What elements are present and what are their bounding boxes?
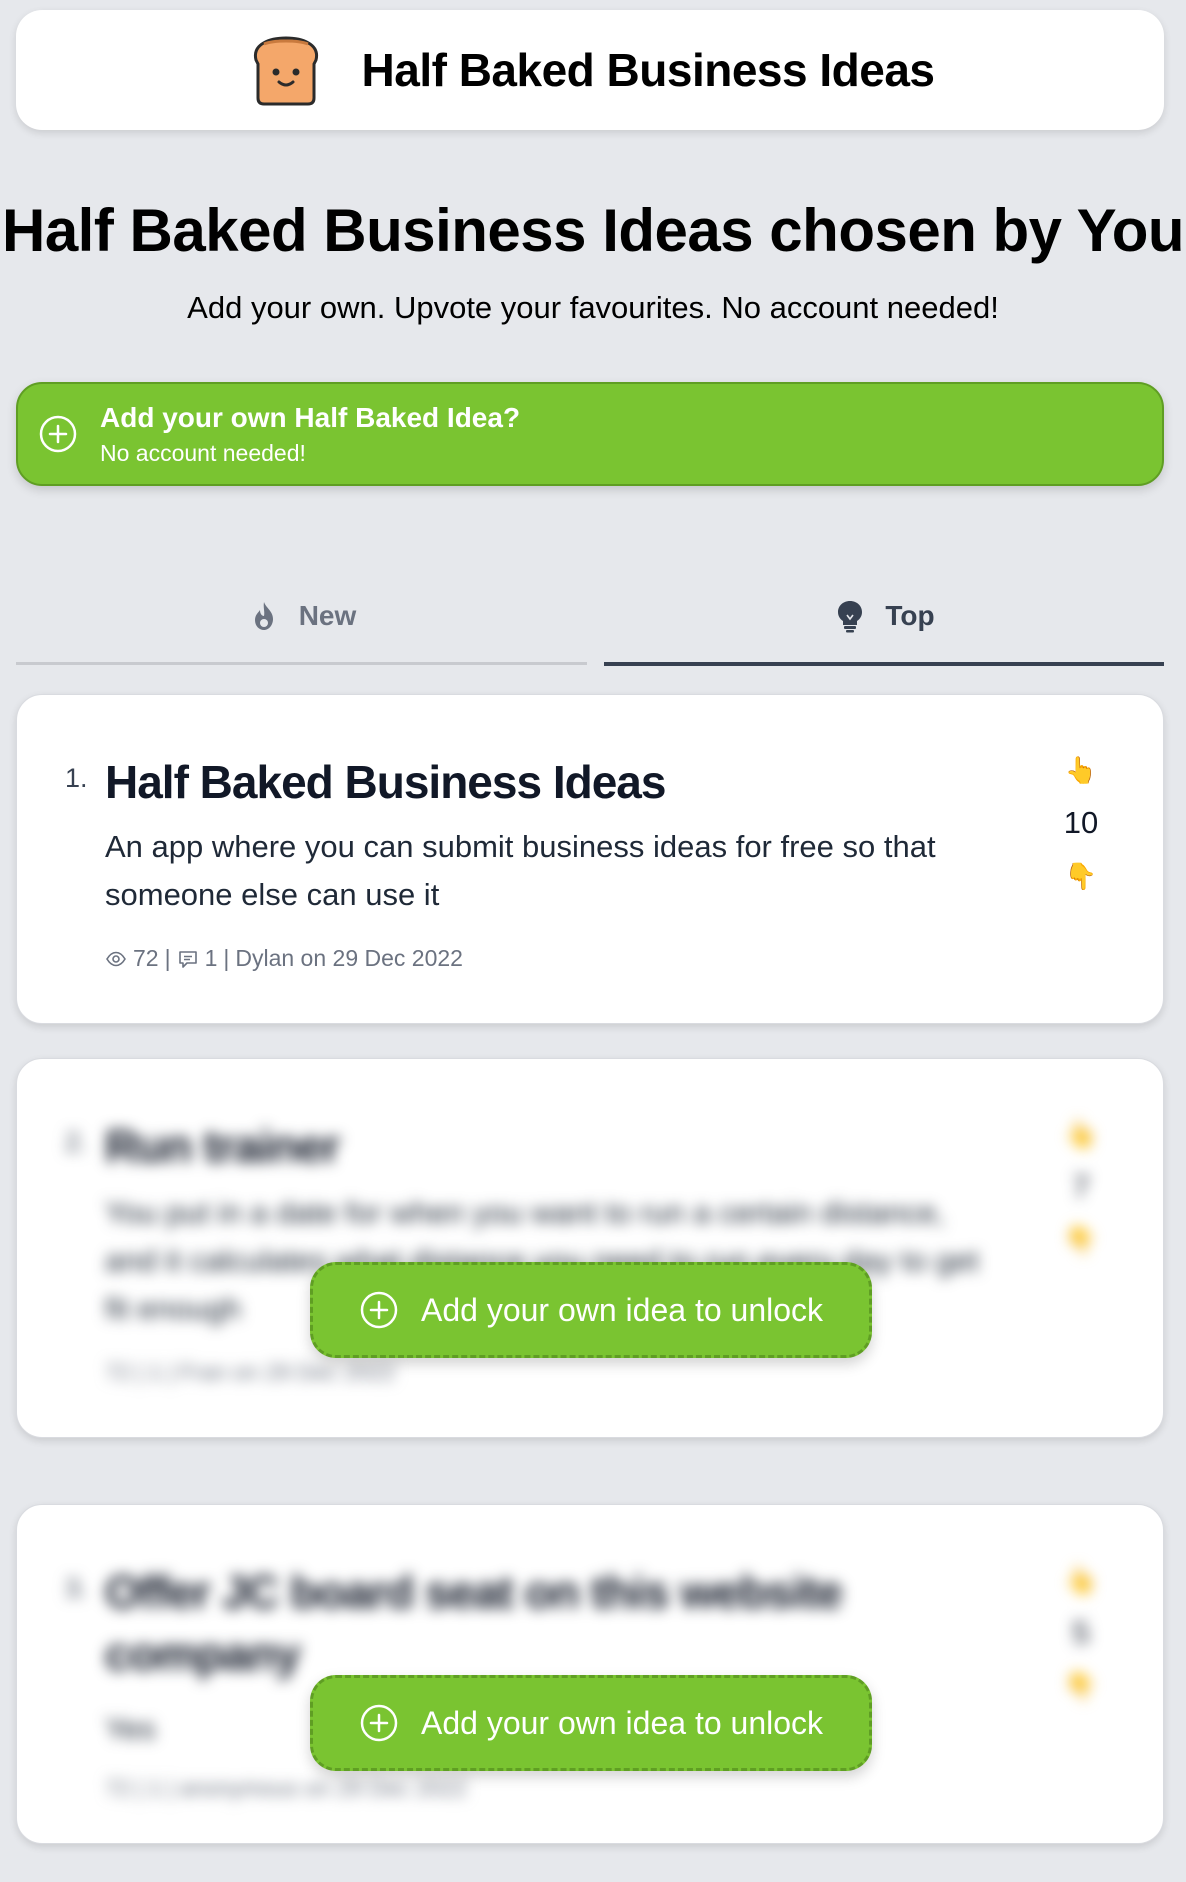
plus-circle-icon: [360, 1704, 398, 1742]
vote-count: 10: [1063, 805, 1099, 840]
tab-top[interactable]: Top: [604, 570, 1164, 666]
meta-separator: |: [167, 1775, 174, 1801]
meta-separator: |: [223, 945, 230, 971]
meta-separator: |: [164, 945, 171, 971]
site-title[interactable]: Half Baked Business Ideas: [362, 43, 935, 97]
idea-byline: Fran on 29 Dec 2022: [179, 1359, 396, 1385]
downvote-button: 👇: [1064, 1671, 1098, 1701]
downvote-button: 👇: [1064, 1225, 1098, 1255]
plus-circle-icon: [39, 415, 77, 453]
idea-description: An app where you can submit business ide…: [105, 829, 936, 912]
idea-rank: 1.: [65, 763, 88, 793]
add-idea-banner[interactable]: Add your own Half Baked Idea? No account…: [16, 382, 1164, 486]
tab-top-label: Top: [885, 600, 935, 631]
downvote-button[interactable]: 👇: [1065, 861, 1097, 891]
idea-rank: 3.: [65, 1573, 88, 1603]
eye-icon: [106, 951, 126, 966]
lightbulb-icon: [838, 601, 863, 633]
cta-title: Add your own Half Baked Idea?: [100, 401, 521, 433]
idea-meta: 72 | 1 | anonymous on 29 Dec 2022: [105, 1775, 467, 1802]
upvote-button[interactable]: 👆: [1065, 755, 1097, 785]
unlock-idea-button[interactable]: Add your own idea to unlock: [310, 1675, 872, 1771]
upvote-button: 👆: [1064, 1119, 1098, 1149]
unlock-button-label: Add your own idea to unlock: [420, 1704, 824, 1741]
vote-count: 5: [1072, 1615, 1090, 1650]
page-title: Half Baked Business Ideas chosen by You: [1, 197, 1185, 264]
comment-icon: [178, 950, 197, 968]
plus-circle-icon: [360, 1291, 398, 1329]
upvote-button: 👆: [1064, 1565, 1098, 1595]
sort-tabs: New Top: [16, 570, 1164, 666]
unlock-idea-button[interactable]: Add your own idea to unlock: [310, 1262, 872, 1358]
idea-title: Run trainer: [105, 1120, 340, 1172]
idea-title[interactable]: Half Baked Business Ideas: [105, 751, 975, 813]
tab-new-label: New: [298, 600, 357, 631]
vote-count: 7: [1072, 1169, 1090, 1204]
meta-separator: |: [136, 1775, 143, 1801]
flame-icon: [254, 602, 273, 630]
vote-controls: 👆 5 👇: [1051, 1565, 1111, 1701]
vote-controls: 👆 10 👇: [1051, 755, 1111, 891]
comment-count: 1: [148, 1359, 162, 1385]
idea-byline: Dylan on 29 Dec 2022: [235, 945, 463, 971]
locked-idea-card: 2. Run trainer You put in a date for whe…: [16, 1058, 1164, 1438]
comment-count[interactable]: 1: [205, 945, 218, 972]
comment-count: 1: [148, 1775, 162, 1801]
meta-separator: |: [136, 1359, 143, 1385]
toast-face-icon[interactable]: [246, 34, 326, 106]
view-count: 72: [133, 945, 159, 971]
cta-subtitle: No account needed!: [100, 439, 306, 466]
locked-idea-card: 3. Offer JC board seat on this website c…: [16, 1504, 1164, 1844]
view-count: 72: [105, 1359, 131, 1385]
blurred-content: 3. Offer JC board seat on this website c…: [17, 1505, 1163, 1843]
view-count: 72: [105, 1775, 131, 1801]
unlock-button-label: Add your own idea to unlock: [420, 1291, 824, 1328]
blurred-content: 2. Run trainer You put in a date for whe…: [17, 1059, 1163, 1437]
tab-new[interactable]: New: [16, 570, 587, 665]
idea-title: Offer JC board seat on this website comp…: [105, 1566, 843, 1680]
idea-rank: 2.: [65, 1127, 88, 1157]
idea-meta: 72 | 1 | Dylan on 29 Dec 2022: [105, 945, 463, 972]
meta-separator: |: [167, 1359, 174, 1385]
idea-meta: 72 | 1 | Fran on 29 Dec 2022: [105, 1359, 395, 1386]
vote-controls: 👆 7 👇: [1051, 1119, 1111, 1255]
page-subtitle: Add your own. Upvote your favourites. No…: [187, 290, 999, 325]
idea-byline: anonymous on 29 Dec 2022: [179, 1775, 468, 1801]
site-header: Half Baked Business Ideas: [16, 10, 1164, 130]
idea-card[interactable]: 1. Half Baked Business Ideas An app wher…: [16, 694, 1164, 1024]
